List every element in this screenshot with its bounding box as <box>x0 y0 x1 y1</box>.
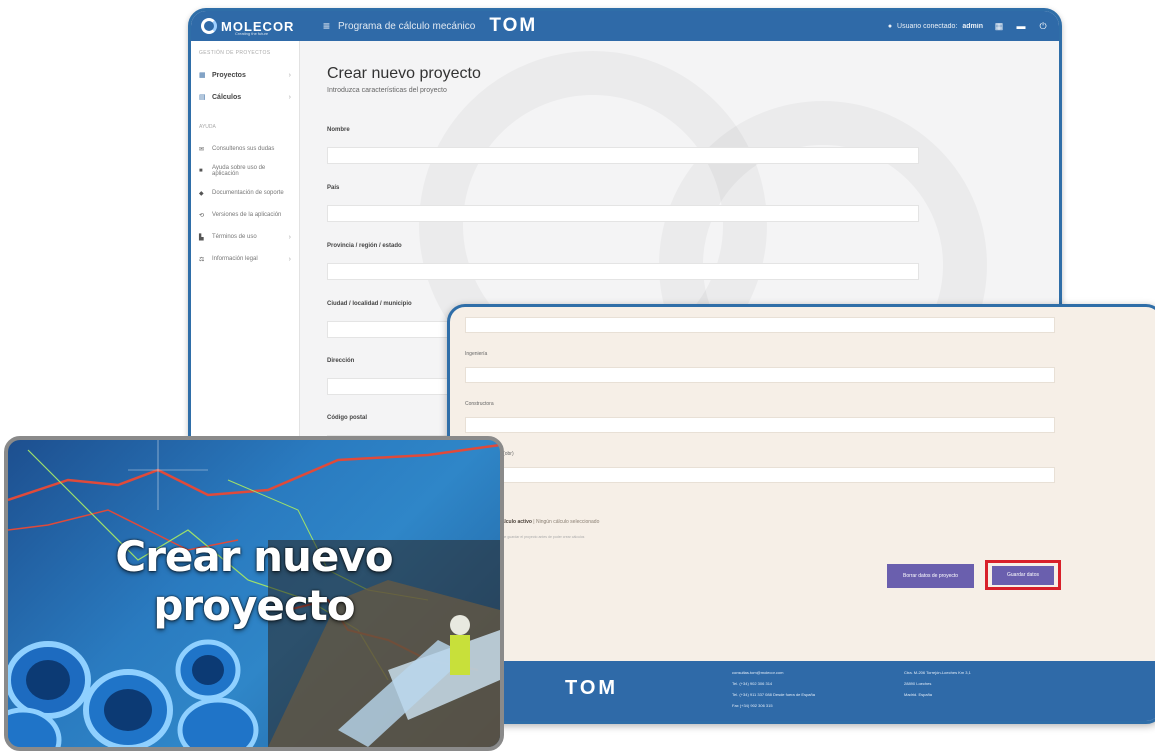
language-flag-icon[interactable]: ▬ <box>1015 21 1027 31</box>
grid-menu-icon[interactable]: ▦ <box>993 21 1005 32</box>
mail-icon: ✉ <box>199 146 205 153</box>
sidebar-item-label: Documentación de soporte <box>212 190 284 196</box>
sidebar-item-label: Ayuda sobre uso de aplicación <box>212 165 266 177</box>
field-label-ingenieria: Ingeniería <box>465 351 488 357</box>
ingenieria-input[interactable] <box>465 367 1055 383</box>
obra-input[interactable] <box>465 467 1055 483</box>
footer-fax: Fax (+34) 902 306 315 <box>732 703 773 708</box>
sidebar-item-label: Términos de uso <box>212 234 257 240</box>
pais-input[interactable] <box>327 205 919 222</box>
logo-subtitle: Creating the future <box>235 31 269 36</box>
logout-icon[interactable]: ⏻ <box>1037 21 1049 32</box>
user-info[interactable]: ● Usuario conectado: admin <box>888 23 983 30</box>
hamburger-menu-icon[interactable]: ≡ <box>323 19 330 33</box>
sidebar-item-label: Versiones de la aplicación <box>212 212 282 218</box>
chevron-right-icon: › <box>288 233 291 241</box>
nombre-input[interactable] <box>327 147 919 164</box>
sidebar-item-ayuda[interactable]: ■ Ayuda sobre uso de aplicación <box>191 160 299 182</box>
save-button[interactable]: Guardar datos <box>992 565 1054 585</box>
footer-contact: consultas.tom@molecor.com Tel. (+34) 902… <box>732 667 815 711</box>
book-icon: ■ <box>199 168 203 174</box>
file-icon: ▙ <box>199 234 204 241</box>
user-label: Usuario conectado: <box>897 22 958 30</box>
gavel-icon: ⚖ <box>199 256 205 263</box>
footer-company: Ctra. M-206 Torrejón-Loeches Km 3,1 <box>904 670 971 675</box>
field-label-codigo-postal: Código postal <box>327 415 367 421</box>
top-bar: MOLECOR Creating the future ≡ Programa d… <box>191 11 1059 41</box>
project-form-zoom-window: Ingeniería Constructora Caso (obr) Cálcu… <box>447 304 1155 724</box>
footer: TOM consultas.tom@molecor.com Tel. (+34)… <box>450 661 1155 721</box>
field-label-nombre: Nombre <box>327 127 350 133</box>
chevron-right-icon: › <box>288 255 291 263</box>
footer-tel2: Tel. (+34) 911 337 088 Desde fuera de Es… <box>732 692 815 697</box>
active-calculation: Cálculo activo | Ningún cálculo seleccio… <box>498 519 600 525</box>
sidebar-item-documentacion[interactable]: ◆ Documentación de soporte <box>191 182 299 204</box>
footer-address: Ctra. M-206 Torrejón-Loeches Km 3,1 2889… <box>904 667 971 700</box>
sidebar-item-versiones[interactable]: ⟲ Versiones de la aplicación <box>191 204 299 226</box>
calculator-icon: ▤ <box>199 94 206 101</box>
tom-brand: TOM <box>489 15 538 36</box>
sidebar-item-label: Proyectos <box>212 71 246 79</box>
sidebar-item-informacion-legal[interactable]: ⚖ Información legal › <box>191 248 299 270</box>
footer-country: Madrid. España <box>904 692 933 697</box>
field-label-ciudad: Ciudad / localidad / municipio <box>327 301 412 307</box>
footer-tel1: Tel. (+34) 902 306 314 <box>732 681 773 686</box>
sidebar-item-proyectos[interactable]: ▦ Proyectos › <box>191 64 299 86</box>
field-label-direccion: Dirección <box>327 358 355 364</box>
app-subtitle: Programa de cálculo mecánico <box>338 20 476 32</box>
reset-project-button[interactable]: Borrar datos de proyecto <box>887 564 974 588</box>
logo-mark-icon <box>201 18 217 34</box>
chevron-right-icon: › <box>288 93 291 101</box>
grid-icon: ▦ <box>199 72 206 79</box>
field-label-pais: País <box>327 185 340 191</box>
promo-title: Crear nuevo proyecto <box>115 532 393 630</box>
sidebar-item-calculos[interactable]: ▤ Cálculos › <box>191 86 299 108</box>
field-label-provincia: Provincia / región / estado <box>327 243 402 249</box>
page-title: Crear nuevo proyecto <box>327 65 481 82</box>
sidebar-item-label: Consultenos sus dudas <box>212 146 275 152</box>
sidebar-section-help: AYUDA <box>199 124 216 130</box>
chevron-right-icon: › <box>288 71 291 79</box>
document-icon: ◆ <box>199 190 204 197</box>
save-button-highlight: Guardar datos <box>985 560 1061 590</box>
user-name: admin <box>962 22 983 30</box>
provincia-input[interactable] <box>327 263 919 280</box>
sidebar-item-consultas[interactable]: ✉ Consultenos sus dudas <box>191 138 299 160</box>
sidebar-item-terminos[interactable]: ▙ Términos de uso › <box>191 226 299 248</box>
user-icon: ● <box>887 22 893 30</box>
field-label-constructora: Constructora <box>465 401 494 407</box>
footer-city: 28890 Loeches <box>904 681 932 686</box>
footer-brand: TOM <box>565 677 619 699</box>
molecor-logo: MOLECOR Creating the future <box>201 18 311 36</box>
promo-card: Crear nuevo proyecto <box>4 436 504 751</box>
footer-email[interactable]: consultas.tom@molecor.com <box>732 667 815 678</box>
sidebar-item-label: Información legal <box>212 256 258 262</box>
sidebar-section-projects: GESTIÓN DE PROYECTOS <box>199 50 271 56</box>
save-note: Debe guardar el proyecto antes de poder … <box>498 535 585 539</box>
active-calculation-value: Ningún cálculo seleccionado <box>535 519 600 525</box>
codigo-postal-input-zoom[interactable] <box>465 317 1055 333</box>
constructora-input[interactable] <box>465 417 1055 433</box>
tag-icon: ⟲ <box>199 212 205 219</box>
sidebar-item-label: Cálculos <box>212 93 242 101</box>
page-subtitle: Introduzca características del proyecto <box>327 87 447 94</box>
